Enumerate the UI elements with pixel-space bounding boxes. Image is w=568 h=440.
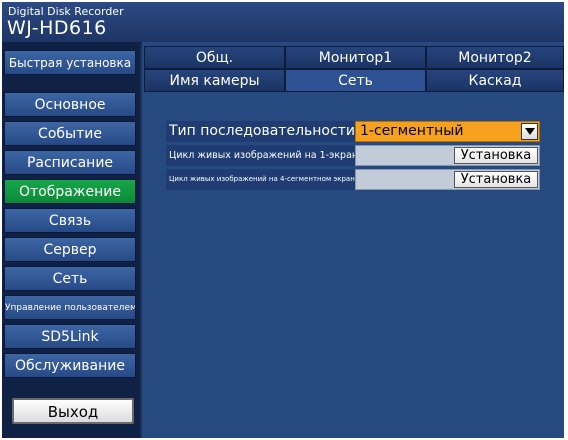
sidebar-item-event[interactable]: Событие [4,121,136,146]
sidebar-item-user-management[interactable]: Управление пользователем [4,295,136,320]
sidebar-item-schedule[interactable]: Расписание [4,150,136,175]
sidebar-item-display[interactable]: Отображение [4,179,136,204]
live-cycle-1-label: Цикл живых изображений на 1-экране [166,145,364,166]
sidebar-item-basic[interactable]: Основное [4,92,136,117]
main-panel: Общ. Монитор1 Монитор2 Имя камеры Сеть К… [142,42,564,438]
tab-monitor2[interactable]: Монитор2 [426,46,564,69]
sidebar-item-quick-setup[interactable]: Быстрая установка [4,50,136,75]
chevron-down-icon[interactable] [521,123,538,140]
sequence-type-select[interactable]: 1-сегментный [355,121,540,142]
tab-network[interactable]: Сеть [285,69,426,92]
sidebar-item-network[interactable]: Сеть [4,266,136,291]
live-cycle-4-setup-button[interactable]: Установка [454,171,538,188]
sidebar-item-server[interactable]: Сервер [4,237,136,262]
live-cycle-4-field: Установка [355,169,540,190]
live-cycle-1-setup-button[interactable]: Установка [454,147,538,164]
sidebar-item-communication[interactable]: Связь [4,208,136,233]
sidebar-item-maintenance[interactable]: Обслуживание [4,353,136,378]
tab-monitor1[interactable]: Монитор1 [285,46,426,69]
model-name: WJ-HD616 [7,17,107,39]
live-cycle-1-field: Установка [355,145,540,166]
sequence-type-label: Тип последовательности [166,121,355,142]
sidebar-item-sd5link[interactable]: SD5Link [4,324,136,349]
tab-cascade[interactable]: Каскад [426,69,564,92]
sidebar-menu: Быстрая установка Основное Событие Распи… [2,42,140,438]
recorder-setup-window: Digital Disk Recorder WJ-HD616 Быстрая у… [2,2,564,438]
header-bar: Digital Disk Recorder WJ-HD616 [2,2,564,43]
screen: Digital Disk Recorder WJ-HD616 Быстрая у… [0,0,568,440]
tab-camera-name[interactable]: Имя камеры [144,69,285,92]
tab-general[interactable]: Общ. [144,46,285,69]
sequence-type-value: 1-сегментный [360,123,464,139]
live-cycle-4-label: Цикл живых изображений на 4-сегментном э… [166,169,359,190]
exit-button[interactable]: Выход [12,398,134,424]
